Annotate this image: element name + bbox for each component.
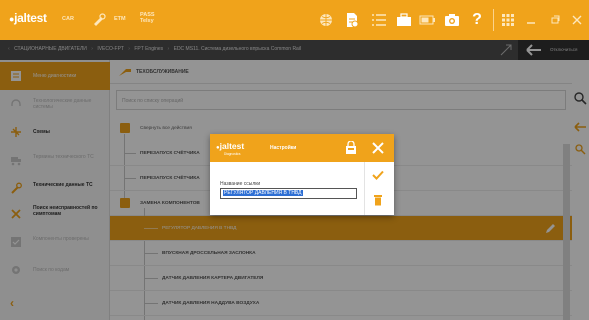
link-name-label: Название ссылки <box>220 181 261 187</box>
battery-icon[interactable] <box>419 12 435 28</box>
tab-pass-telsy[interactable]: PASS Telsy <box>140 12 160 24</box>
dialog-logo: ●jaltest <box>216 141 245 151</box>
app-logo: ●jaltest <box>9 11 47 25</box>
close-icon[interactable] <box>569 12 585 28</box>
tab-etm[interactable]: ETM <box>114 16 126 22</box>
dialog-logo-subtitle: Diagnostics <box>224 152 241 156</box>
camera-icon[interactable] <box>444 12 460 28</box>
briefcase-icon[interactable] <box>396 12 412 28</box>
dialog-close-icon[interactable] <box>372 142 384 154</box>
save-to-device-icon[interactable] <box>344 141 358 155</box>
restore-icon[interactable] <box>547 12 563 28</box>
top-bar: ●jaltest CAR ETM PASS Telsy ? <box>0 0 589 40</box>
grid-icon[interactable] <box>500 12 516 28</box>
link-name-input[interactable]: РЕГУЛЯТОР ДАВЛЕНИЯ В ТНВД <box>220 188 357 199</box>
minimize-icon[interactable] <box>523 12 539 28</box>
settings-dialog: ●jaltest Diagnostics Настройки Название … <box>210 134 394 215</box>
toolbar-divider <box>493 9 494 31</box>
car-tools-icon[interactable] <box>91 12 107 28</box>
globe-icon[interactable] <box>318 12 334 28</box>
help-icon[interactable]: ? <box>469 11 485 28</box>
dialog-title: Настройки <box>270 145 297 151</box>
delete-icon[interactable] <box>373 194 383 206</box>
list-icon[interactable] <box>371 12 387 28</box>
tab-car[interactable]: CAR <box>62 16 74 22</box>
confirm-check-icon[interactable] <box>372 170 384 180</box>
dialog-header: ●jaltest Diagnostics Настройки <box>210 134 394 162</box>
link-name-value: РЕГУЛЯТОР ДАВЛЕНИЯ В ТНВД <box>223 190 303 196</box>
document-icon[interactable] <box>344 12 360 28</box>
dialog-divider <box>364 162 365 215</box>
